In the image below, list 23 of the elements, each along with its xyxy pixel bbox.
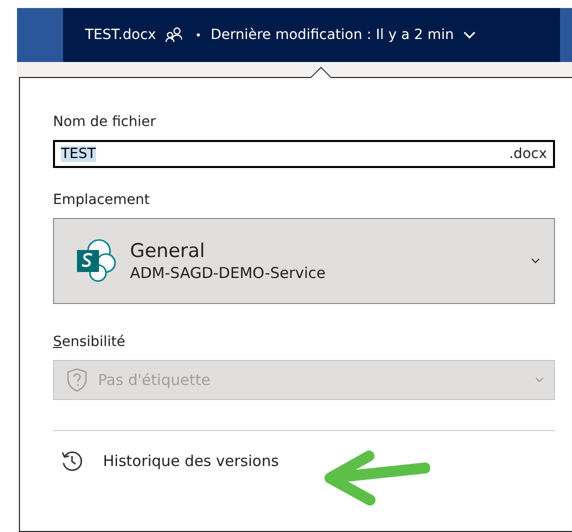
ribbon-tab-bar xyxy=(560,8,572,62)
file-extension: .docx xyxy=(509,146,547,162)
chevron-down-icon xyxy=(535,377,544,383)
last-modified[interactable]: Dernière modification : Il y a 2 min xyxy=(210,27,454,43)
chevron-down-icon xyxy=(462,31,476,39)
version-history-button[interactable]: Historique des versions xyxy=(53,449,285,473)
sharepoint-icon xyxy=(76,238,116,284)
field-label: Sensibilité xyxy=(53,334,126,350)
field-label: Nom de fichier xyxy=(53,114,157,130)
file-name-field[interactable]: TEST .docx xyxy=(53,140,555,168)
site-name: General xyxy=(130,240,206,262)
shield-question-icon xyxy=(66,368,88,392)
history-icon xyxy=(61,450,83,472)
field-label: Emplacement xyxy=(53,192,151,208)
chevron-down-icon xyxy=(531,258,540,264)
file-name-value: TEST xyxy=(61,146,96,162)
group-name: ADM-SAGD-DEMO-Service xyxy=(130,264,327,282)
people-icon xyxy=(165,27,182,43)
separator-dot: • xyxy=(195,28,202,42)
document-title[interactable]: TEST.docx xyxy=(85,27,156,43)
sensitivity-value: Pas d'étiquette xyxy=(98,371,212,389)
location-dropdown[interactable]: General ADM-SAGD-DEMO-Service xyxy=(53,218,555,304)
ribbon-tab-bar xyxy=(17,8,63,62)
